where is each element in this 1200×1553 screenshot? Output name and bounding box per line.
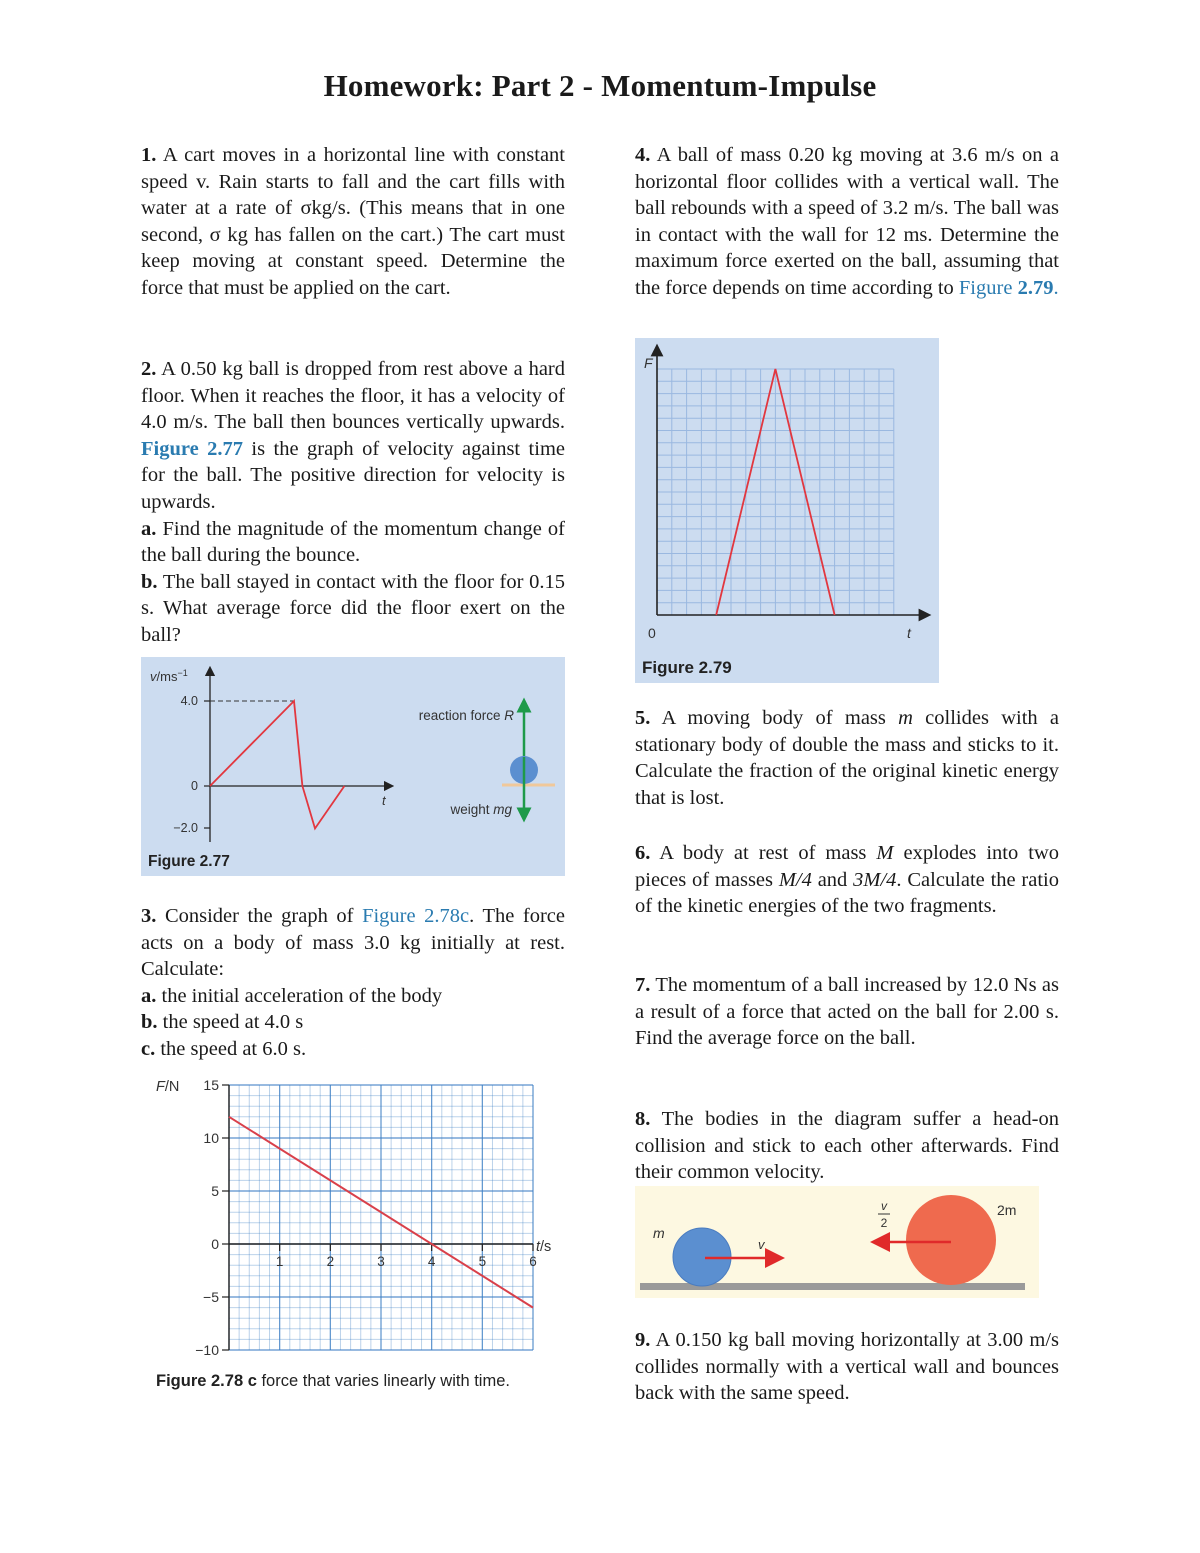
figure-link-2-79[interactable]: Figure 2.79. [959,277,1059,299]
question-text: A body at rest of mass [659,842,877,864]
y-tick-label: 4.0 [181,694,198,708]
y-axis-label: F [644,355,654,371]
part-a-text: the initial acceleration of the body [161,984,443,1007]
question-2: 2. A 0.50 kg ball is dropped from rest a… [141,356,565,649]
x-axis-label: t/s [536,1239,551,1255]
large-velocity-denominator: 2 [881,1216,888,1230]
question-number: 7. [635,974,651,996]
y-tick-label: 15 [203,1077,219,1093]
part-b-text: the speed at 4.0 s [162,1011,304,1034]
question-3: 3. Consider the graph of Figure 2.78c. T… [141,903,565,1063]
weight-label: weight mg [449,802,512,817]
question-1: 1. A cart moves in a horizontal line wit… [141,142,565,302]
x-tick-label: 2 [327,1254,335,1269]
question-9: 9. A 0.150 kg ball moving horizontally a… [635,1327,1059,1407]
question-number: 5. [635,707,651,729]
question-text: and [811,868,854,891]
figure-2-77: v/ms−1 4.0 0 −2.0 t reaction force R wei… [141,657,565,876]
question-text: The momentum of a ball increased by 12.0… [635,974,1059,1050]
part-label: a. [141,984,157,1007]
question-number: 8. [635,1108,651,1130]
question-number: 3. [141,905,157,927]
variable-M: M [876,842,894,864]
x-tick-label: 4 [428,1254,436,1269]
variable-m: m [898,707,913,729]
reaction-force-label: reaction force R [419,708,515,723]
collision-diagram: m v 2m v 2 [635,1186,1039,1298]
velocity-line [209,699,346,831]
part-label: a. [141,517,157,540]
question-number: 2. [141,358,157,380]
large-ball-icon [906,1195,996,1285]
x-tick-label: 5 [479,1254,487,1269]
question-number: 6. [635,842,651,864]
y-axis-label: F/N [156,1079,179,1095]
question-number: 4. [635,144,651,166]
y-tick-label: −10 [195,1342,219,1358]
large-velocity-numerator: v [881,1199,888,1213]
y-tick-label: −5 [203,1289,219,1305]
axes [222,1084,534,1351]
question-text: A 0.150 kg ball moving horizontally at 3… [635,1329,1059,1405]
part-c-text: the speed at 6.0 s. [160,1037,307,1060]
question-text: The bodies in the diagram suffer a head-… [635,1108,1059,1184]
question-text: Consider the graph of [164,905,363,927]
question-8: 8. The bodies in the diagram suffer a he… [635,1106,1059,1186]
part-label: b. [141,570,158,593]
figure-caption: Figure 2.78 c force that varies linearly… [156,1372,510,1390]
figure-2-78c: 15 10 5 0 −5 −10 1 2 3 4 5 6 F/N t/s Figure 2.78 c … [141,1070,571,1400]
small-velocity-label: v [758,1237,766,1252]
y-tick-label: 10 [203,1130,219,1146]
question-text: A moving body of mass [661,707,899,729]
force-time-graph: 15 10 5 0 −5 −10 1 2 3 4 5 6 F/N t/s [156,1077,551,1358]
question-number: 1. [141,144,157,166]
part-a-text: Find the magnitude of the momentum chang… [141,517,565,567]
y-tick-label: 0 [191,779,198,793]
x-tick-label: 1 [276,1254,284,1269]
y-tick-label: 5 [211,1183,219,1199]
question-text: A 0.50 kg ball is dropped from rest abov… [141,358,566,434]
large-mass-label: 2m [997,1202,1016,1218]
fragment-mass-1: M/4 [778,868,812,891]
question-text: A ball of mass 0.20 kg moving at 3.6 m/s… [635,144,1059,299]
question-5: 5. A moving body of mass m collides with… [635,705,1059,811]
x-axis-label: t [907,625,912,641]
question-number: 9. [635,1329,651,1351]
part-b-text: The ball stayed in contact with the floo… [141,570,565,646]
question-6: 6. A body at rest of mass M explodes int… [635,840,1059,920]
y-tick-label: −2.0 [173,821,198,835]
question-text: A cart moves in a horizontal line with c… [141,144,565,299]
force-time-triangle-graph: F 0 t [644,343,932,641]
small-mass-label: m [653,1225,665,1241]
question-4: 4. A ball of mass 0.20 kg moving at 3.6 … [635,142,1059,302]
y-tick-label: 0 [211,1236,219,1252]
grid [657,368,895,615]
fragment-mass-2: 3M/4 [853,868,897,891]
figure-caption: Figure 2.77 [148,853,230,870]
figure-link-2-78c[interactable]: Figure 2.78c [362,905,469,927]
x-tick-label: 6 [529,1254,537,1269]
velocity-time-graph: v/ms−1 4.0 0 −2.0 t reaction force R wei… [150,665,555,842]
grid [228,1084,534,1351]
part-label: c. [141,1037,156,1060]
tick-labels: 15 10 5 0 −5 −10 1 2 3 4 5 6 [195,1077,537,1358]
page-title: Homework: Part 2 - Momentum-Impulse [323,68,877,103]
x-axis-label: t [382,793,387,808]
figure-caption: Figure 2.79 [642,658,732,677]
origin-label: 0 [648,625,656,641]
y-axis-label: v/ms−1 [150,668,188,684]
question-7: 7. The momentum of a ball increased by 1… [635,972,1059,1052]
figure-link-2-77[interactable]: Figure 2.77 [141,438,243,460]
part-label: b. [141,1011,158,1034]
x-tick-label: 3 [377,1254,385,1269]
figure-2-79: F 0 t Figure 2.79 [635,338,939,683]
collision-svg: m v 2m v 2 [640,1195,1025,1290]
